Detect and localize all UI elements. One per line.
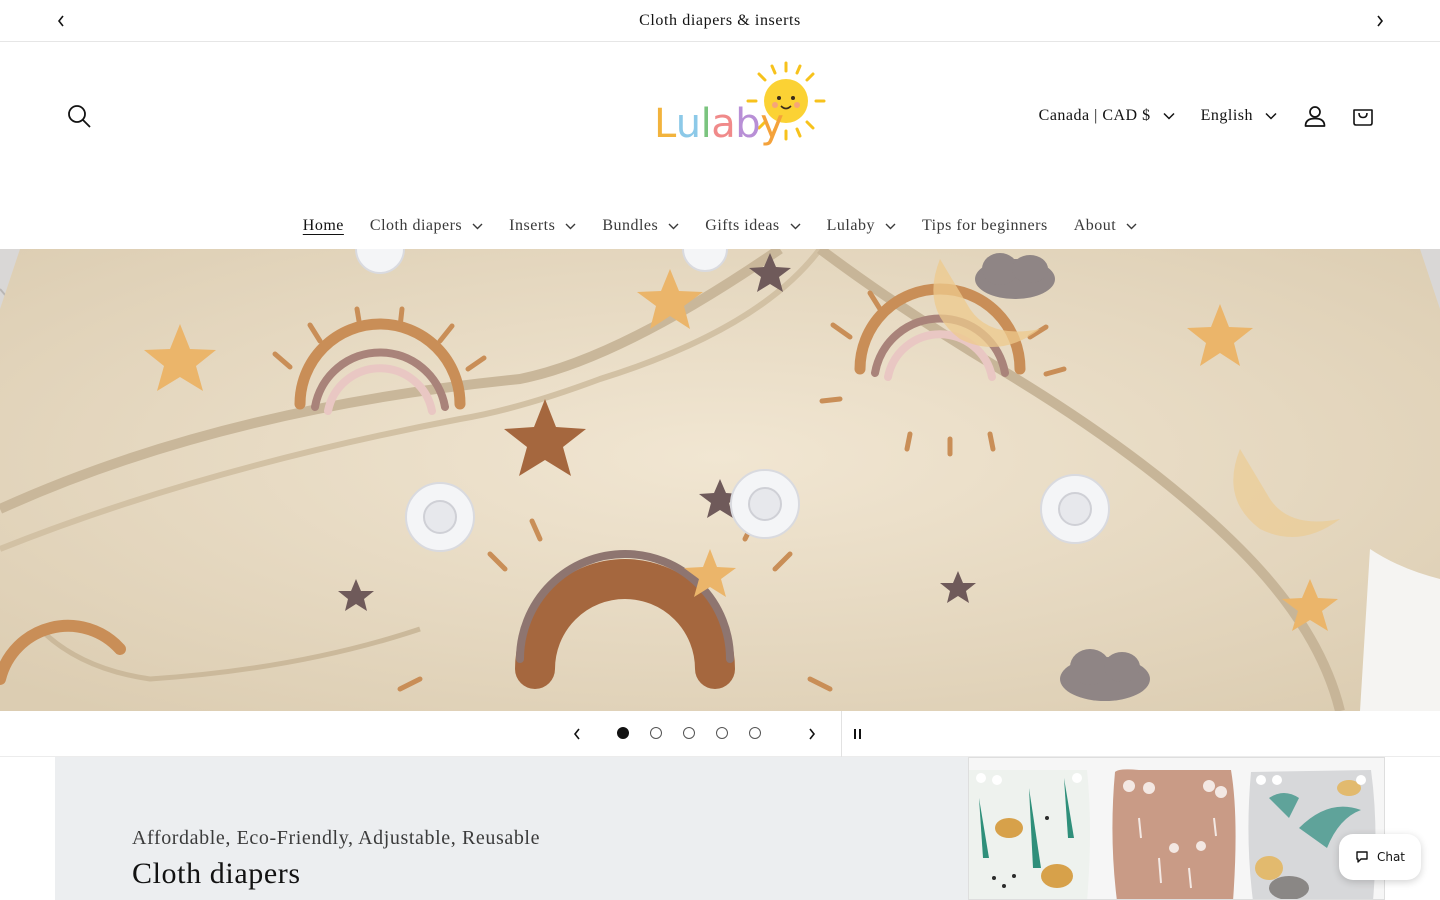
slide-dot-2[interactable] (650, 727, 662, 739)
chevron-down-icon (472, 223, 483, 230)
logo-letter: L (654, 101, 676, 147)
logo-wordmark: Lulaby (654, 101, 784, 147)
nav-item-cloth-diapers[interactable]: Cloth diapers (357, 206, 496, 246)
chevron-down-icon (790, 223, 801, 230)
slide-dots (617, 727, 782, 739)
nav-item-lulaby[interactable]: Lulaby (814, 206, 909, 246)
feature-subtitle: Affordable, Eco-Friendly, Adjustable, Re… (132, 827, 541, 849)
chevron-down-icon (565, 223, 576, 230)
account-button[interactable] (1293, 94, 1337, 138)
nav-item-label: Bundles (602, 217, 659, 234)
diapers-collage-photo (969, 758, 1384, 899)
search-icon (68, 105, 91, 128)
main-navigation: Home Cloth diapers Inserts Bundles Gifts… (0, 206, 1440, 246)
chevron-down-icon (1265, 112, 1277, 120)
logo-letter: y (760, 101, 784, 147)
slide-prev-button[interactable] (565, 722, 589, 746)
announcement-text: Cloth diapers & inserts (639, 11, 801, 29)
chevron-left-icon (57, 15, 64, 27)
chevron-down-icon (1126, 223, 1137, 230)
nav-item-label: Cloth diapers (369, 217, 463, 234)
chevron-down-icon (1163, 112, 1175, 120)
nav-item-label: Home (302, 217, 344, 234)
nav-item-home[interactable]: Home (290, 206, 357, 246)
nav-item-label: About (1073, 217, 1117, 234)
announcement-prev-button[interactable] (49, 9, 73, 33)
logo-letter: u (675, 101, 701, 147)
chevron-right-icon (809, 728, 816, 740)
hero-slide-image (0, 249, 1440, 711)
slideshow-pause-button[interactable] (846, 722, 870, 746)
cart-button[interactable] (1341, 94, 1385, 138)
chat-button[interactable]: Chat (1339, 834, 1421, 880)
slide-dot-3[interactable] (683, 727, 695, 739)
logo-letter: l (700, 101, 712, 147)
chat-label: Chat (1376, 850, 1406, 864)
controls-divider (841, 711, 842, 757)
chevron-right-icon (1377, 15, 1384, 27)
nav-item-bundles[interactable]: Bundles (589, 206, 692, 246)
slide-dot-5[interactable] (749, 727, 761, 739)
country-selector-label: Canada | CAD $ (1038, 107, 1151, 124)
feature-title: Cloth diapers (132, 857, 301, 890)
nav-item-label: Lulaby (826, 217, 875, 234)
nav-item-label: Inserts (509, 217, 556, 234)
site-logo[interactable]: Lulaby (646, 55, 830, 159)
chat-bubble-icon (1355, 850, 1369, 864)
country-selector[interactable]: Canada | CAD $ (1039, 107, 1175, 125)
nav-item-tips-for-beginners[interactable]: Tips for beginners (909, 206, 1061, 246)
cart-icon (1353, 109, 1373, 126)
account-icon (1304, 106, 1326, 127)
logo-letter: a (711, 101, 736, 147)
feature-text-panel: Affordable, Eco-Friendly, Adjustable, Re… (55, 757, 968, 900)
header-utilities: Canada | CAD $ English (1039, 99, 1385, 133)
pause-icon (854, 729, 861, 739)
logo-letter: b (735, 101, 761, 147)
search-button[interactable] (62, 99, 96, 133)
slide-next-button[interactable] (800, 722, 824, 746)
nav-item-label: Tips for beginners (921, 217, 1048, 234)
chevron-left-icon (573, 728, 580, 740)
slide-dot-4[interactable] (716, 727, 728, 739)
slideshow-controls (0, 711, 1440, 757)
nav-item-label: Gifts ideas (705, 217, 780, 234)
feature-product-image (968, 757, 1385, 900)
nav-item-gifts-ideas[interactable]: Gifts ideas (692, 206, 813, 246)
language-selector-label: English (1200, 107, 1253, 124)
site-header: Lulaby Canada | CAD $ English Home Cloth… (0, 43, 1440, 249)
nav-item-about[interactable]: About (1061, 206, 1151, 246)
announcement-next-button[interactable] (1368, 9, 1392, 33)
cloth-diaper-photo (0, 249, 1440, 711)
chevron-down-icon (885, 223, 896, 230)
chevron-down-icon (668, 223, 679, 230)
announcement-bar: Cloth diapers & inserts (0, 0, 1440, 42)
language-selector[interactable]: English (1201, 107, 1277, 125)
slide-dot-1[interactable] (617, 727, 629, 739)
nav-item-inserts[interactable]: Inserts (496, 206, 589, 246)
